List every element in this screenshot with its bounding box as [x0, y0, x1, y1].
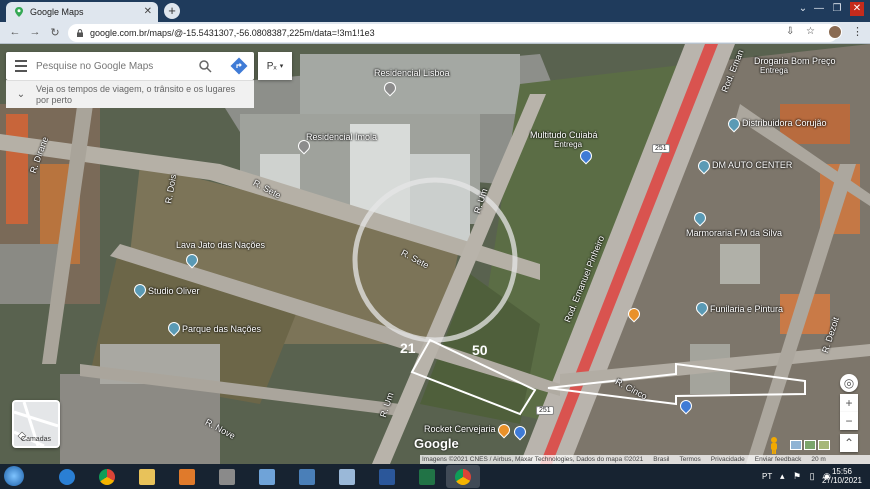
layer-dropdown[interactable]: Pₓ ▾	[258, 52, 292, 80]
back-arrow-icon[interactable]: ←	[8, 26, 22, 38]
place-label[interactable]: Rocket Cervejaria	[424, 424, 496, 434]
attribution-text: Imagens ©2021 CNES / Airbus, Maxar Techn…	[422, 456, 644, 463]
search-input[interactable]	[36, 60, 186, 72]
route-shield: 251	[652, 144, 670, 153]
browser-menu-icon[interactable]: ⋮	[852, 25, 863, 38]
tab-search-icon[interactable]: ⌄	[796, 2, 810, 16]
media-player-icon[interactable]	[170, 465, 204, 488]
search-box	[6, 52, 254, 80]
place-label[interactable]: Residencial Lisboa	[374, 68, 450, 78]
clock-date: 27/10/2021	[821, 476, 862, 485]
imagery-thumb[interactable]	[804, 440, 816, 450]
internet-explorer-icon[interactable]	[50, 465, 84, 488]
pegman-icon[interactable]	[768, 436, 780, 454]
satellite-map[interactable]: Pₓ ▾ ⌄ Veja os tempos de viagem, o trâns…	[0, 44, 870, 464]
lot-length-label: 50	[472, 342, 488, 358]
place-label[interactable]: Studio Oliver	[148, 286, 200, 296]
directions-icon[interactable]	[230, 57, 248, 75]
imagery-thumb[interactable]	[818, 440, 830, 450]
place-label[interactable]: DM AUTO CENTER	[712, 160, 792, 170]
clock[interactable]: 15:56 27/10/2021	[822, 467, 862, 485]
taskbar: PT ▴ ⚑ ▯ ◉ 15:56 27/10/2021	[0, 464, 870, 489]
clock-time: 15:56	[831, 467, 852, 476]
start-button[interactable]	[4, 466, 24, 486]
language-indicator[interactable]: PT	[762, 472, 772, 481]
place-label[interactable]: Distribuidora Corujão	[742, 118, 827, 128]
scale-label: 20 m	[811, 456, 826, 463]
url-field[interactable]: google.com.br/maps/@-15.5431307,-56.0808…	[68, 24, 838, 42]
place-sublabel: Entrega	[760, 66, 789, 75]
new-tab-button[interactable]: +	[164, 3, 180, 19]
feedback-link[interactable]: Enviar feedback	[755, 456, 802, 463]
chrome-active-icon[interactable]	[446, 465, 480, 488]
travel-times-text: Veja os tempos de viagem, o trânsito e o…	[36, 83, 236, 105]
excel-icon[interactable]	[410, 465, 444, 488]
privacy-link[interactable]: Privacidade	[711, 456, 745, 463]
terms-link[interactable]: Termos	[679, 456, 700, 463]
browser-tab-bar: Google Maps ✕ + ⌄ — ❐ ✕	[0, 0, 870, 22]
reload-icon[interactable]: ↻	[48, 26, 62, 39]
file-explorer-icon[interactable]	[130, 465, 164, 488]
minimize-button[interactable]: —	[812, 2, 826, 16]
address-bar: ← → ↻ google.com.br/maps/@-15.5431307,-5…	[0, 22, 870, 44]
tab-google-maps[interactable]: Google Maps ✕	[6, 2, 158, 22]
place-label[interactable]: Residencial Imola	[306, 132, 377, 142]
google-logo: Google	[414, 436, 459, 451]
search-icon[interactable]	[198, 59, 212, 73]
chevron-down-icon[interactable]: ⌄	[6, 89, 36, 100]
place-label[interactable]: Marmoraria FM da Silva	[686, 228, 782, 238]
tab-close-icon[interactable]: ✕	[144, 6, 152, 17]
map-attribution: Imagens ©2021 CNES / Airbus, Maxar Techn…	[420, 455, 870, 464]
place-label[interactable]: Multitudo Cuiabá	[530, 130, 598, 140]
route-shield: 251	[536, 406, 554, 415]
layers-label: Camadas	[21, 436, 51, 443]
close-window-button[interactable]: ✕	[850, 2, 864, 16]
app-window-icon[interactable]	[330, 465, 364, 488]
dropdown-arrow-icon: ▾	[279, 63, 284, 70]
profile-avatar[interactable]	[828, 25, 842, 39]
lock-icon	[77, 29, 83, 37]
calculator-icon[interactable]	[290, 465, 324, 488]
bookmark-star-icon[interactable]: ☆	[806, 26, 815, 37]
url-text: google.com.br/maps/@-15.5431307,-56.0808…	[90, 28, 375, 38]
place-label[interactable]: Lava Jato das Nações	[176, 240, 265, 250]
place-sublabel: Entrega	[554, 140, 583, 149]
chrome-icon[interactable]	[90, 465, 124, 488]
place-label[interactable]: Parque das Nações	[182, 324, 261, 334]
word-icon[interactable]	[370, 465, 404, 488]
zoom-out-button[interactable]: −	[840, 412, 858, 430]
layer-dropdown-label: Pₓ	[266, 60, 277, 72]
expand-imagery-button[interactable]: ⌃	[840, 434, 858, 452]
maximize-button[interactable]: ❐	[830, 2, 844, 16]
forward-arrow-icon[interactable]: →	[28, 26, 42, 38]
my-location-button[interactable]: ◎	[840, 374, 858, 392]
app-window-icon[interactable]	[250, 465, 284, 488]
menu-icon[interactable]	[6, 52, 36, 80]
region-link[interactable]: Brasil	[653, 456, 669, 463]
zoom-in-button[interactable]: +	[840, 394, 858, 412]
lot-width-label: 21	[400, 340, 416, 356]
travel-times-panel[interactable]: ⌄ Veja os tempos de viagem, o trânsito e…	[6, 80, 254, 108]
place-label[interactable]: Drogaria Bom Preço	[754, 56, 836, 66]
imagery-thumb[interactable]	[790, 440, 802, 450]
layers-toggle[interactable]: Camadas	[12, 400, 60, 448]
tab-title: Google Maps	[30, 7, 84, 17]
google-maps-favicon-icon	[15, 7, 23, 17]
place-label[interactable]: Funilaria e Pintura	[710, 304, 783, 314]
app-window-icon[interactable]	[210, 465, 244, 488]
install-icon[interactable]: ⇩	[786, 26, 794, 37]
